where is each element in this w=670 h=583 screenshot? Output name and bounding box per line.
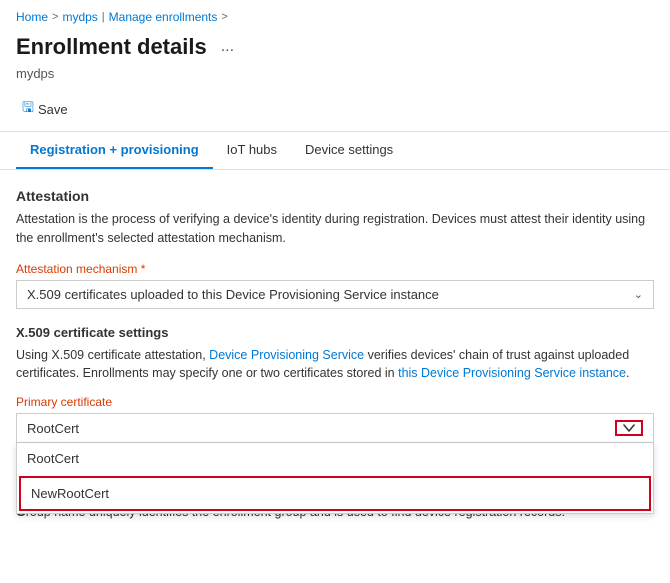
x509-link[interactable]: Device Provisioning Service [209,348,364,362]
mechanism-required: * [141,262,146,276]
page-title: Enrollment details [16,34,207,60]
x509-title: X.509 certificate settings [16,325,654,340]
x509-desc: Using X.509 certificate attestation, Dev… [16,346,654,384]
tab-device-settings[interactable]: Device settings [291,132,407,169]
mechanism-select[interactable]: X.509 certificates uploaded to this Devi… [16,280,654,309]
dropdown-item-rootcert[interactable]: RootCert [17,443,653,474]
attestation-desc: Attestation is the process of verifying … [16,210,654,248]
breadcrumb-sep1: > [52,11,58,23]
save-button[interactable]: 🖫 Save [16,93,74,125]
tab-registration[interactable]: Registration + provisioning [16,132,213,169]
ellipsis-button[interactable]: ... [215,36,240,58]
breadcrumb-pipe: | [102,11,105,23]
cert-select[interactable]: RootCert [16,413,654,443]
x509-section: X.509 certificate settings Using X.509 c… [16,325,654,444]
page-header: Enrollment details ... [0,30,670,66]
breadcrumb-mydps[interactable]: mydps [62,10,97,24]
page-subtitle: mydps [0,66,670,87]
save-icon: 🖫 [22,97,34,121]
mechanism-label: Attestation mechanism * [16,262,654,276]
cert-dropdown: RootCert NewRootCert [16,443,654,514]
breadcrumb-manage[interactable]: Manage enrollments [109,10,218,24]
toolbar: 🖫 Save [0,87,670,132]
dropdown-item-newrootcert[interactable]: NewRootCert [19,476,651,511]
tab-iot-hubs[interactable]: IoT hubs [213,132,291,169]
primary-cert-label: Primary certificate [16,395,654,409]
attestation-title: Attestation [16,188,654,204]
cert-chevron-button[interactable] [615,420,643,436]
main-content: Attestation Attestation is the process o… [0,170,670,540]
tabs: Registration + provisioning IoT hubs Dev… [0,132,670,170]
cert-value: RootCert [27,421,79,436]
save-label: Save [38,102,68,117]
breadcrumb-home[interactable]: Home [16,10,48,24]
mechanism-chevron-icon: ⌄ [634,288,643,301]
cert-select-wrapper: RootCert RootCert NewRootCert [16,413,654,443]
x509-link2[interactable]: this Device Provisioning Service instanc… [398,366,626,380]
breadcrumb: Home > mydps | Manage enrollments > [0,0,670,30]
breadcrumb-sep2: > [221,11,227,23]
mechanism-value: X.509 certificates uploaded to this Devi… [27,287,439,302]
